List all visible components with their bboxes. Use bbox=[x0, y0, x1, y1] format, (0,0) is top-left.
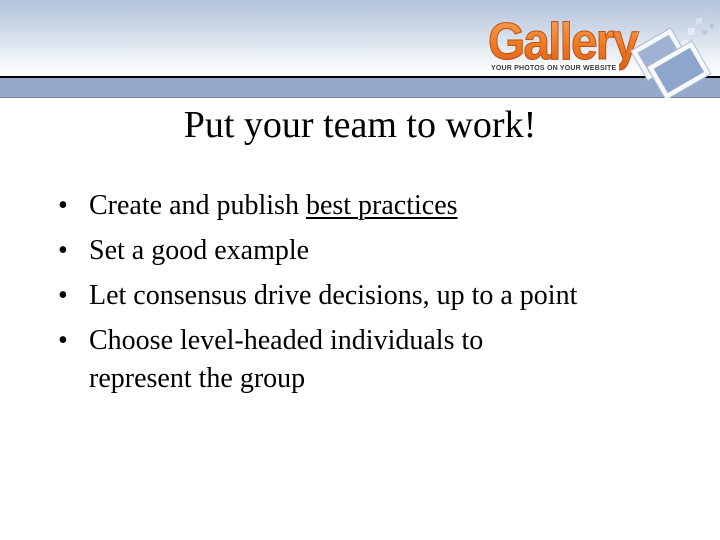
bullet-item: • Choose level-headed individuals to rep… bbox=[58, 318, 698, 399]
bullet-dot: • bbox=[58, 235, 68, 266]
bullet-dot: • bbox=[58, 280, 68, 311]
pixel-sparkles bbox=[682, 12, 714, 46]
bullet-dot: • bbox=[58, 325, 68, 356]
bullet-list: • Create and publish best practices • Se… bbox=[58, 183, 698, 399]
bullet-item: • Let consensus drive decisions, up to a… bbox=[58, 273, 698, 318]
bullet-continuation: represent the group bbox=[89, 363, 306, 394]
photo-stack-icon bbox=[630, 12, 714, 98]
best-practices-link[interactable]: best practices bbox=[306, 190, 458, 221]
gallery-logo: Gallery YOUR PHOTOS ON YOUR WEBSITE bbox=[486, 12, 720, 98]
bullet-dot: • bbox=[58, 190, 68, 221]
bullet-text: Set a good example bbox=[89, 235, 310, 266]
bullet-item: • Set a good example bbox=[58, 228, 698, 273]
bullet-text: Create and publish bbox=[89, 190, 306, 221]
bullet-text: Let consensus drive decisions, up to a p… bbox=[89, 280, 578, 311]
logo-wordmark: Gallery bbox=[488, 13, 640, 71]
slide-title: Put your team to work! bbox=[183, 104, 537, 146]
bullet-text: Choose level-headed individuals to bbox=[89, 325, 484, 356]
bullet-item: • Create and publish best practices bbox=[58, 183, 698, 228]
logo-tagline: YOUR PHOTOS ON YOUR WEBSITE bbox=[488, 64, 620, 73]
